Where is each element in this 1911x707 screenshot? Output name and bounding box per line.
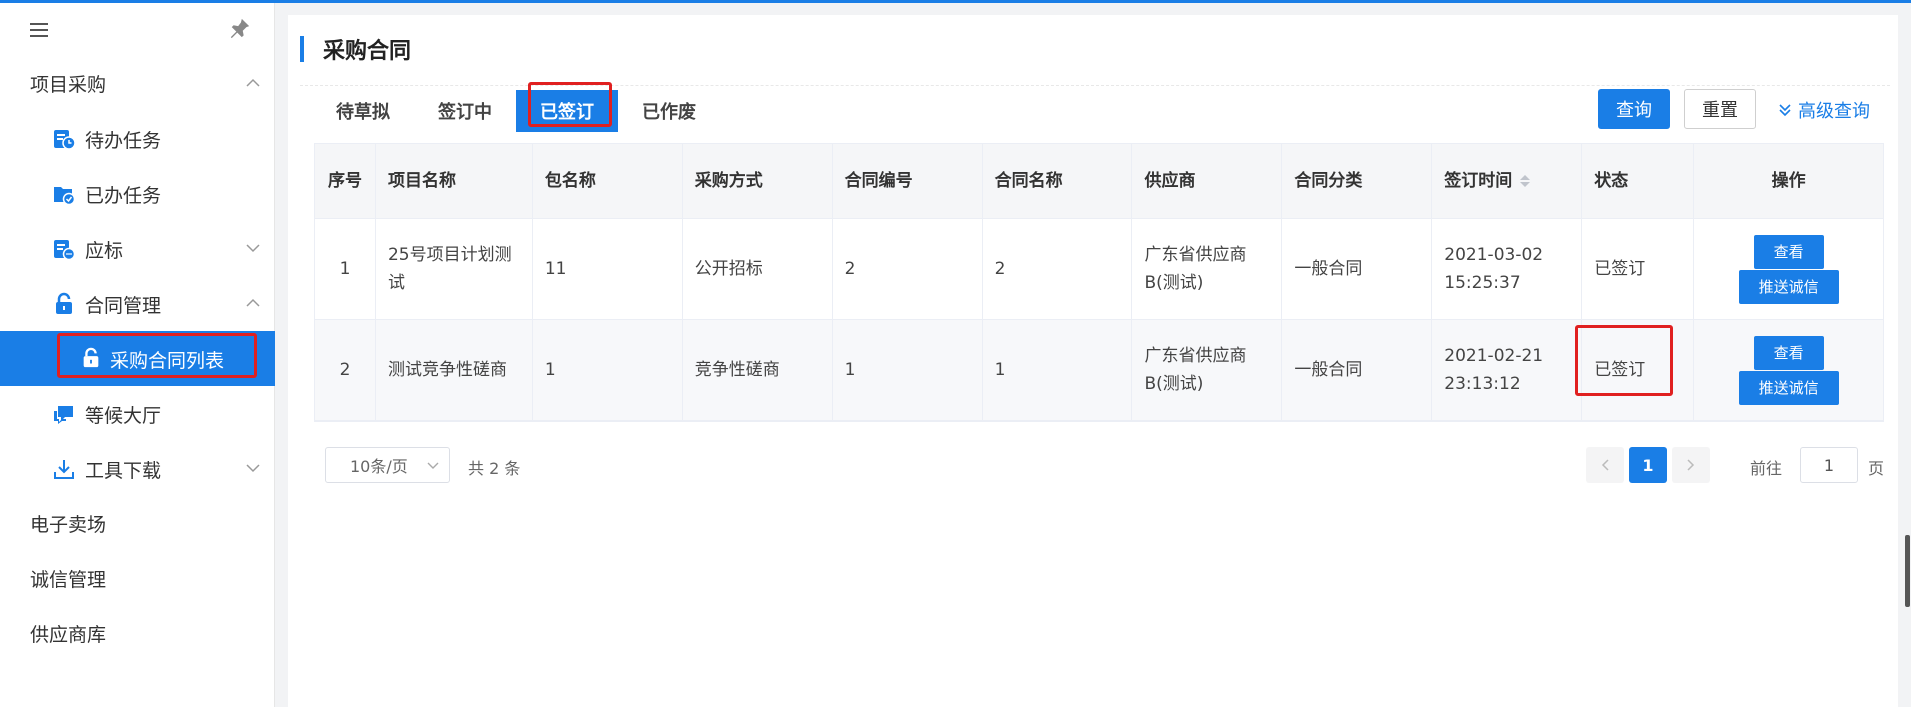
chevron-down-icon: [427, 462, 439, 469]
cell-no: 2: [315, 320, 376, 420]
sidebar-item-tool-download[interactable]: 工具下载: [0, 441, 275, 496]
title-divider: [300, 85, 1890, 86]
page-number-current[interactable]: 1: [1629, 447, 1667, 483]
sidebar-item-todo-tasks[interactable]: 待办任务: [0, 111, 275, 166]
col-header: 合同名称: [983, 144, 1133, 218]
view-button[interactable]: 查看: [1753, 234, 1824, 269]
col-header: 状态: [1582, 144, 1695, 218]
goto-prefix: 前往: [1750, 459, 1783, 478]
chevron-down-icon: [246, 244, 260, 253]
page-title: 采购合同: [323, 39, 412, 64]
cell-status: 已签订: [1582, 320, 1695, 420]
sidebar-item-contract-management[interactable]: 合同管理: [0, 276, 275, 331]
cell-contract-name: 2: [983, 219, 1133, 319]
sidebar-item-credit-management[interactable]: 诚信管理: [0, 551, 275, 606]
cell-contract-name: 1: [983, 320, 1133, 420]
next-page-button[interactable]: [1672, 447, 1710, 483]
chevron-down-icon: [246, 464, 260, 473]
title-accent-bar: [300, 36, 304, 62]
view-button[interactable]: 查看: [1753, 335, 1824, 370]
tab-draft[interactable]: 待草拟: [312, 90, 414, 132]
query-button[interactable]: 查询: [1598, 89, 1670, 129]
scrollbar-thumb[interactable]: [1905, 535, 1910, 607]
table-row: 2 测试竞争性磋商 1 竞争性磋商 1 1 广东省供应商B(测试) 一般合同 2…: [315, 320, 1883, 421]
main-panel: 采购合同 待草拟 签订中 已签订 已作废 查询 重置 高级查询 序号 项目名称 …: [288, 15, 1898, 707]
lock-icon: [56, 292, 72, 314]
page-size-select[interactable]: 10条/页: [325, 447, 450, 483]
cell-supplier: 广东省供应商B(测试): [1132, 219, 1283, 319]
sidebar-item-waiting-hall[interactable]: 等候大厅: [0, 386, 275, 441]
reset-button[interactable]: 重置: [1684, 89, 1756, 129]
cell-signed-at: 2021-02-21 23:13:12: [1432, 320, 1583, 420]
chevron-left-icon: [1601, 459, 1609, 471]
goto-suffix: 页: [1868, 459, 1885, 478]
cell-status: 已签订: [1582, 219, 1695, 319]
col-header: 操作: [1771, 171, 1806, 191]
cell-ops: 查看 推送诚信: [1694, 219, 1883, 319]
hamburger-icon[interactable]: [30, 23, 48, 37]
col-header: 采购方式: [683, 144, 833, 218]
total-count: 共 2 条: [468, 459, 521, 478]
sidebar-item-project-procurement[interactable]: 项目采购: [0, 56, 275, 111]
sort-icon[interactable]: [1520, 175, 1531, 187]
sidebar-item-bidding[interactable]: 应标: [0, 221, 275, 276]
col-header: 项目名称: [376, 144, 533, 218]
cell-ops: 查看 推送诚信: [1694, 320, 1883, 420]
goto-page-input[interactable]: [1800, 447, 1858, 483]
cell-contract-no: 2: [833, 219, 983, 319]
task-list-clock-icon: [54, 130, 76, 150]
sidebar-item-e-mall[interactable]: 电子卖场: [0, 496, 275, 551]
table-row: 1 25号项目计划测试 11 公开招标 2 2 广东省供应商B(测试) 一般合同…: [315, 219, 1883, 320]
push-credit-button[interactable]: 推送诚信: [1738, 370, 1839, 405]
col-header: 包名称: [533, 144, 683, 218]
tab-signing[interactable]: 签订中: [414, 90, 516, 132]
cell-package: 1: [533, 320, 683, 420]
lock-icon: [83, 347, 99, 368]
sidebar-item-supplier-library[interactable]: 供应商库: [0, 606, 275, 661]
sidebar-item-procurement-contract-list[interactable]: 采购合同列表: [0, 331, 275, 386]
folder-check-icon: [54, 187, 76, 206]
pin-icon[interactable]: [229, 17, 251, 39]
chevron-up-icon: [246, 298, 260, 307]
double-chevron-down-icon: [1779, 104, 1791, 117]
top-accent-line: [0, 0, 1911, 3]
sidebar: 项目采购 待办任务 已办任务 应标 合同管理 采购合同列表 等候大厅 工具下载 …: [0, 3, 275, 707]
bid-list-icon: [54, 240, 76, 261]
cell-package: 11: [533, 219, 683, 319]
cell-method: 公开招标: [683, 219, 833, 319]
cell-signed-at: 2021-03-02 15:25:37: [1432, 219, 1583, 319]
col-header-sortable[interactable]: 签订时间: [1432, 144, 1583, 218]
status-tabs: 待草拟 签订中 已签订 已作废: [312, 90, 720, 132]
cell-project: 测试竞争性磋商: [376, 320, 533, 420]
sidebar-header: [0, 3, 274, 53]
advanced-query-link[interactable]: 高级查询: [1778, 95, 1870, 125]
table-header: 序号 项目名称 包名称 采购方式 合同编号 合同名称 供应商 合同分类 签订时间…: [315, 144, 1883, 219]
chevron-up-icon: [246, 78, 260, 87]
cell-no: 1: [315, 219, 376, 319]
cell-method: 竞争性磋商: [683, 320, 833, 420]
prev-page-button[interactable]: [1586, 447, 1624, 483]
col-header: 合同分类: [1282, 144, 1433, 218]
contract-table: 序号 项目名称 包名称 采购方式 合同编号 合同名称 供应商 合同分类 签订时间…: [314, 143, 1884, 422]
cell-category: 一般合同: [1282, 320, 1433, 420]
sidebar-item-done-tasks[interactable]: 已办任务: [0, 166, 275, 221]
cell-contract-no: 1: [833, 320, 983, 420]
col-header: 合同编号: [833, 144, 983, 218]
chevron-right-icon: [1687, 459, 1695, 471]
col-header: 供应商: [1132, 144, 1283, 218]
tab-voided[interactable]: 已作废: [618, 90, 720, 132]
cell-supplier: 广东省供应商B(测试): [1132, 320, 1283, 420]
cell-category: 一般合同: [1282, 219, 1433, 319]
tab-signed[interactable]: 已签订: [516, 90, 618, 132]
cell-project: 25号项目计划测试: [376, 219, 533, 319]
chat-icon: [54, 406, 73, 424]
download-icon: [54, 460, 74, 479]
col-header: 序号: [315, 144, 376, 218]
push-credit-button[interactable]: 推送诚信: [1738, 269, 1839, 304]
